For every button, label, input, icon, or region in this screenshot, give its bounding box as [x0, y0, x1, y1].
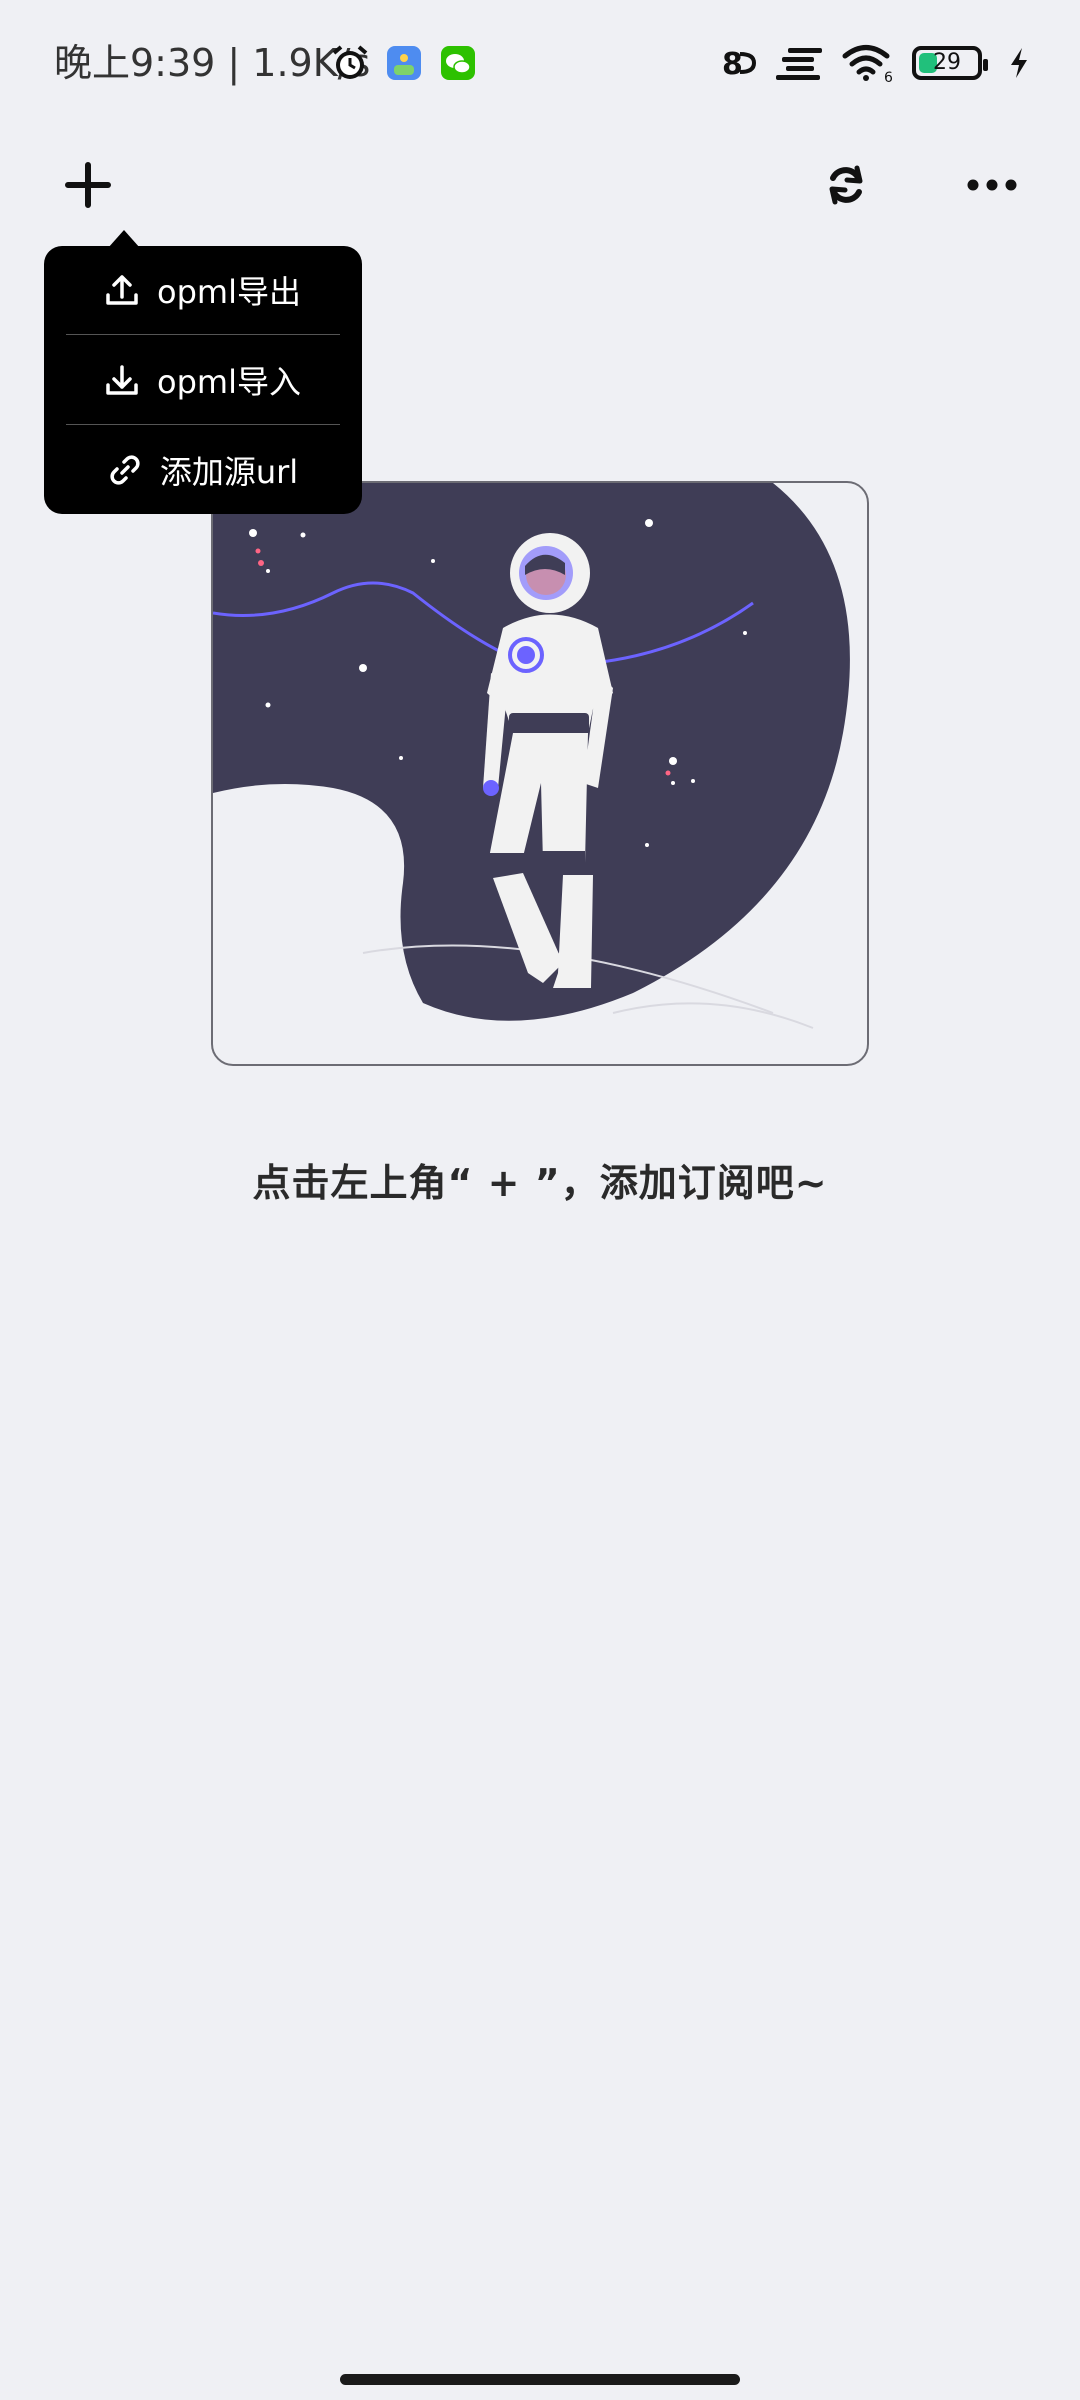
download-icon	[106, 365, 138, 395]
game-app-icon	[387, 46, 421, 80]
battery-icon: 29	[912, 46, 988, 80]
notification-icons	[330, 42, 478, 84]
menu-divider	[66, 424, 340, 425]
app-screen: 晚上9:39 | 1.9K/s 8 6 29 点击左上角“ + ”，添加订阅吧~…	[0, 0, 1080, 2400]
status-bar: 晚上9:39 | 1.9K/s 8 6 29	[0, 0, 1080, 125]
menu-item-label: opml导出	[157, 273, 301, 311]
wechat-icon	[441, 46, 475, 80]
link-icon	[110, 455, 140, 485]
home-indicator[interactable]	[340, 2374, 740, 2385]
menu-item-opml-import[interactable]: opml导入	[44, 336, 362, 424]
empty-state-message: 点击左上角“ + ”，添加订阅吧~	[252, 1161, 828, 1205]
charging-icon	[1011, 48, 1027, 78]
menu-item-label: 添加源url	[159, 453, 299, 491]
more-icon	[967, 179, 1017, 191]
hd-icon: 8	[722, 47, 756, 82]
signal-icon	[776, 48, 822, 80]
menu-divider	[66, 334, 340, 335]
refresh-button[interactable]	[796, 135, 896, 235]
menu-item-opml-export[interactable]: opml导出	[44, 246, 362, 334]
battery-cap	[983, 59, 988, 71]
astronaut-illustration	[211, 481, 869, 1066]
battery-level: 29	[933, 50, 961, 75]
wifi-label: 6	[884, 70, 893, 83]
menu-item-add-source-url[interactable]: 添加源url	[44, 426, 362, 514]
toolbar	[0, 125, 1080, 245]
wifi-icon: 6	[842, 45, 893, 83]
system-icons: 8 6 29	[720, 40, 1030, 86]
add-button[interactable]	[38, 135, 138, 235]
astronaut-image	[213, 483, 850, 1029]
refresh-icon	[829, 165, 863, 205]
svg-text:8: 8	[722, 47, 743, 82]
upload-icon	[106, 275, 138, 305]
add-menu-popup: opml导出 opml导入 添加源url	[44, 230, 362, 514]
alarm-icon	[332, 45, 368, 79]
more-button[interactable]	[942, 135, 1042, 235]
menu-item-label: opml导入	[157, 363, 301, 401]
plus-icon	[65, 162, 111, 208]
status-time: 晚上9:39 | 1.9K/s	[54, 41, 371, 85]
